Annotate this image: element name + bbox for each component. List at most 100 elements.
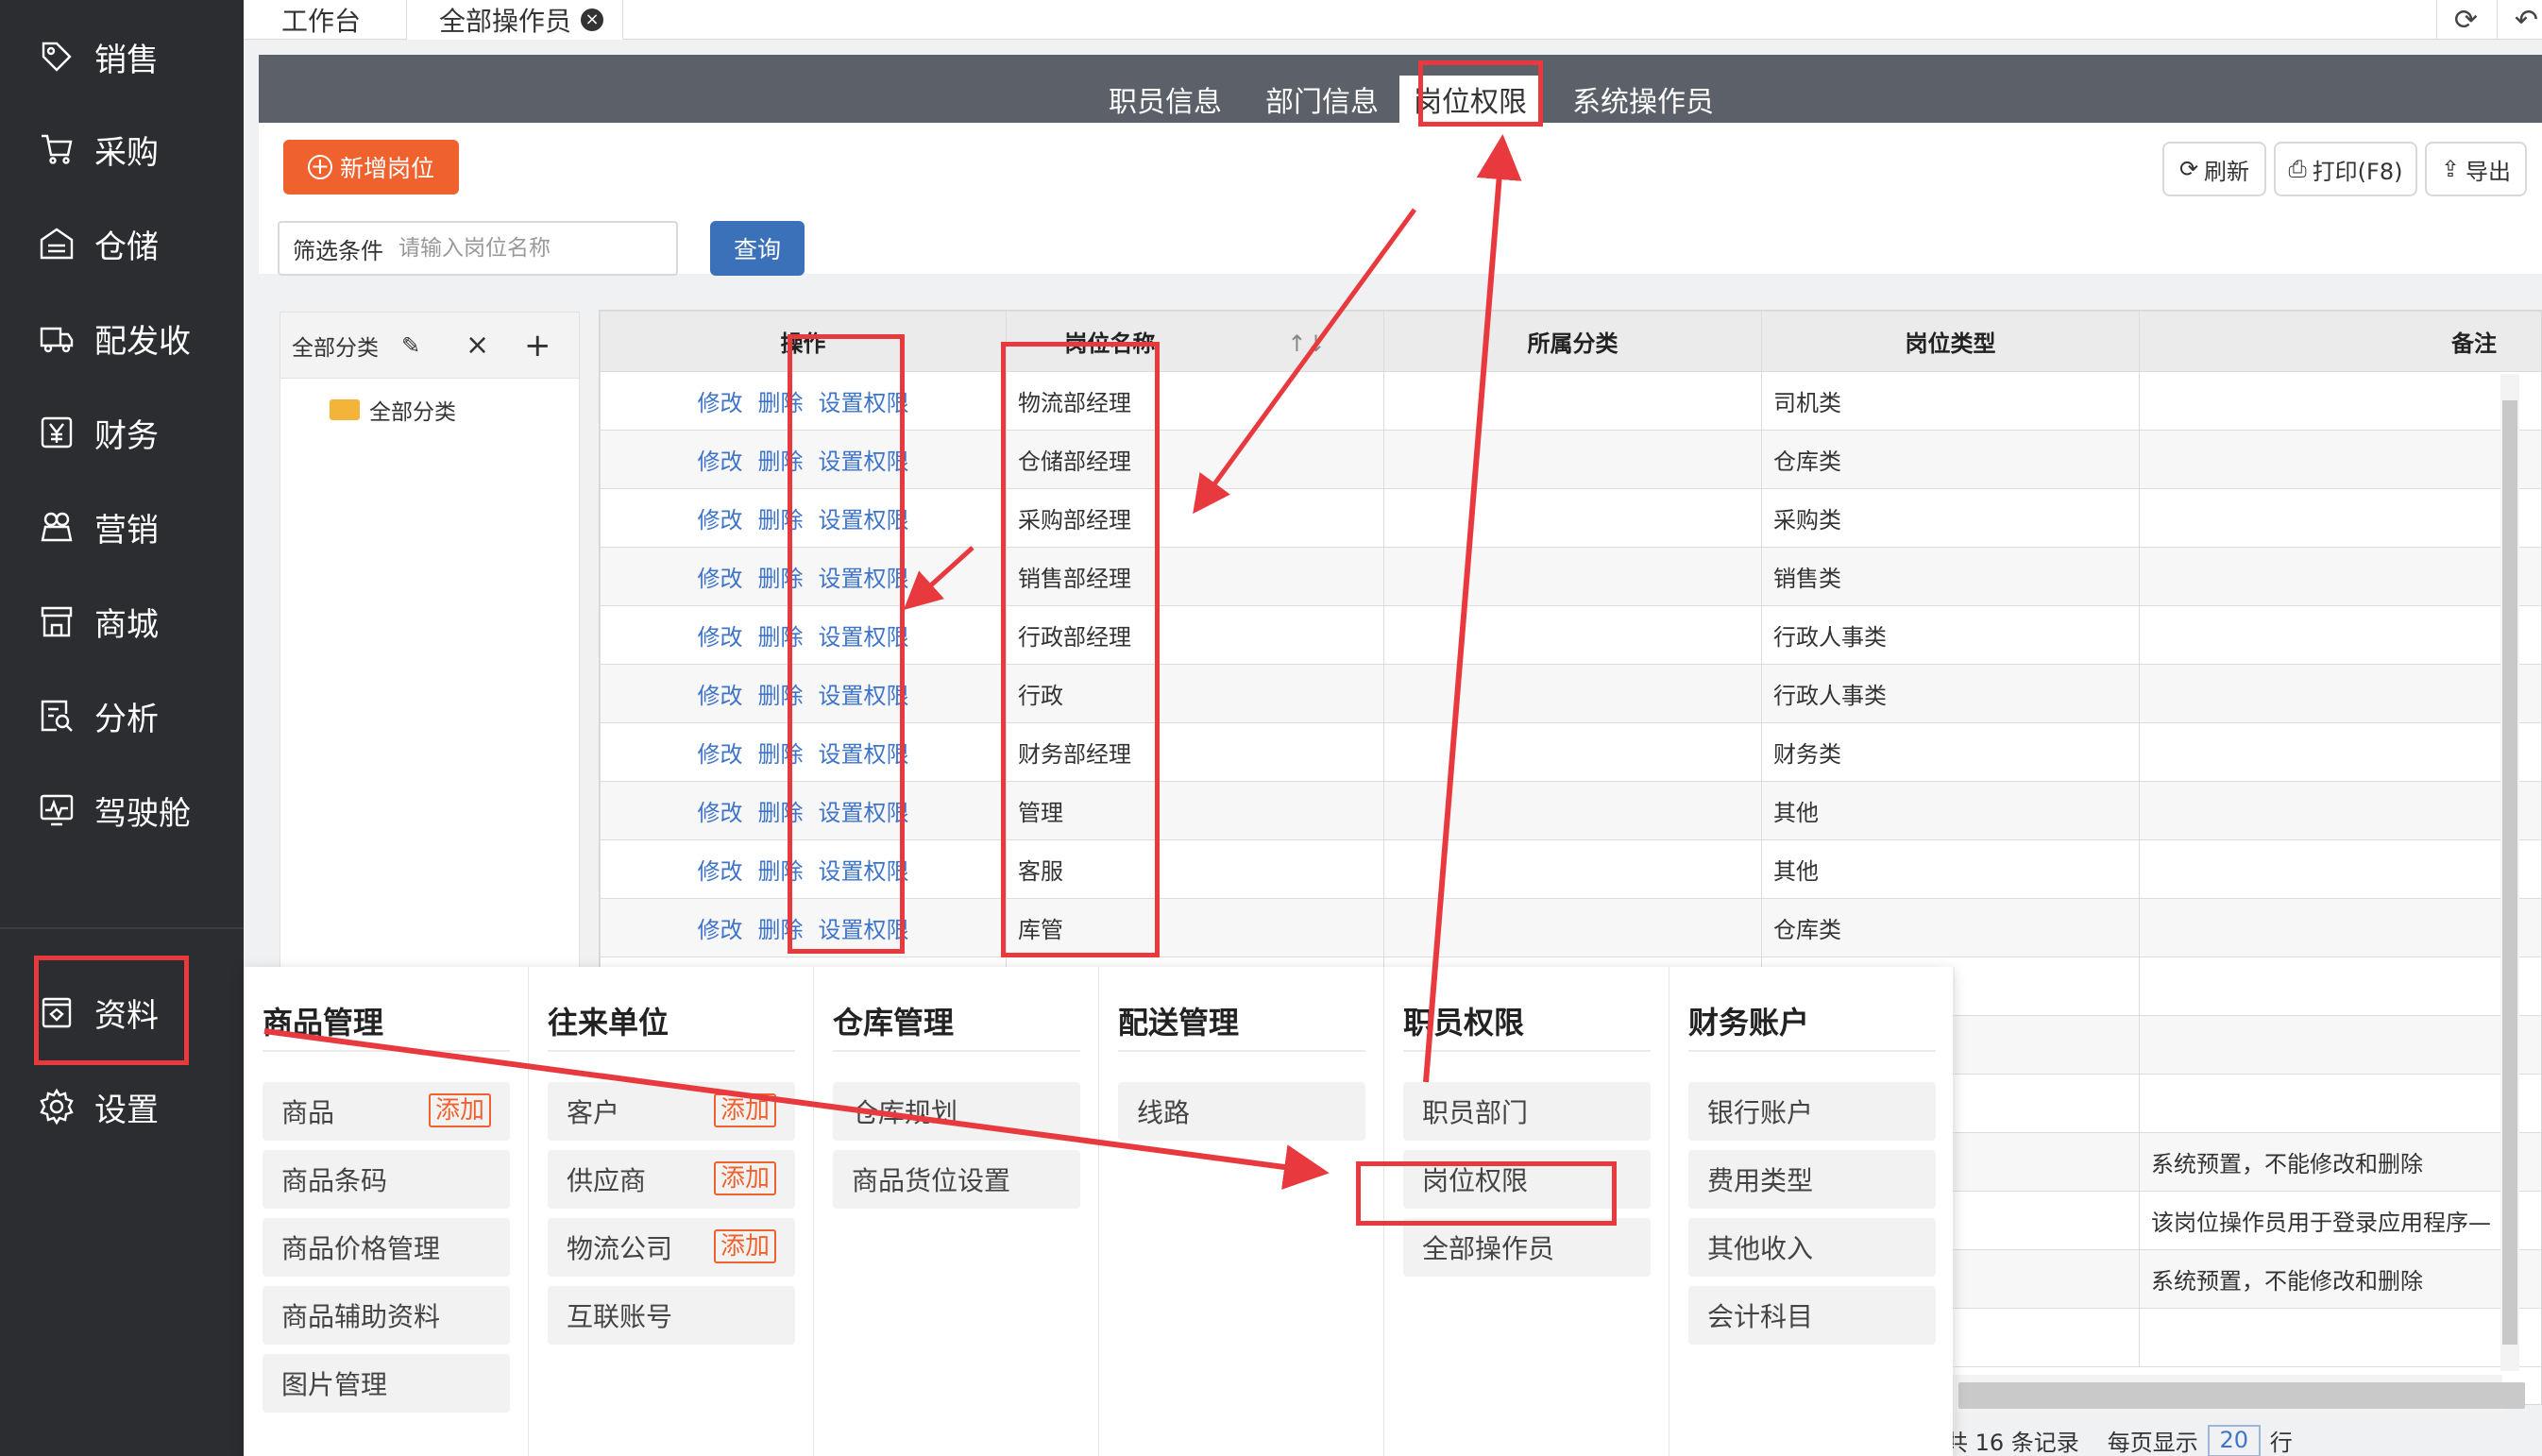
set-permission-link[interactable]: 设置权限 [819, 800, 909, 826]
menu-item[interactable]: 全部操作员 [1403, 1218, 1651, 1277]
delete-link[interactable]: 删除 [758, 858, 804, 885]
edit-link[interactable]: 修改 [698, 917, 743, 943]
vertical-scrollbar[interactable] [2500, 374, 2519, 1371]
menu-item[interactable]: 银行账户 [1688, 1082, 1936, 1141]
sidebar-item-data[interactable]: 资料 [0, 965, 244, 1059]
edit-link[interactable]: 修改 [698, 858, 743, 885]
add-post-button[interactable]: + 新增岗位 [283, 140, 459, 195]
add-tag-button[interactable]: 添加 [713, 1093, 776, 1127]
tab-department-info[interactable]: 部门信息 [1246, 76, 1398, 123]
menu-item[interactable]: 商品条码 [263, 1150, 510, 1209]
per-page-input[interactable]: 20 [2207, 1424, 2261, 1456]
table-row[interactable]: 修改 删除 设置权限 采购部经理 采购类 [600, 488, 2541, 548]
delete-link[interactable]: 删除 [758, 390, 804, 416]
delete-link[interactable]: 删除 [758, 683, 804, 709]
menu-item[interactable]: 仓库规划 [833, 1082, 1080, 1141]
sidebar-item-cockpit[interactable]: 驾驶舱 [0, 763, 244, 857]
menu-item[interactable]: 商品 添加 [263, 1082, 510, 1141]
scroll-thumb[interactable] [2502, 400, 2517, 1345]
delete-link[interactable]: 删除 [758, 624, 804, 651]
table-row[interactable]: 修改 删除 设置权限 财务部经理 财务类 [600, 722, 2541, 782]
table-row[interactable]: 修改 删除 设置权限 行政部经理 行政人事类 [600, 605, 2541, 665]
export-button[interactable]: ⇪ 导出 [2425, 142, 2527, 196]
edit-link[interactable]: 修改 [698, 683, 743, 709]
menu-item[interactable]: 客户 添加 [548, 1082, 795, 1141]
sidebar-item-analysis[interactable]: 分析 [0, 669, 244, 763]
menu-item[interactable]: 物流公司 添加 [548, 1218, 795, 1277]
table-row[interactable]: 修改 删除 设置权限 仓储部经理 仓库类 [600, 430, 2541, 489]
delete-link[interactable]: 删除 [758, 800, 804, 826]
add-tag-button[interactable]: 添加 [713, 1229, 776, 1263]
set-permission-link[interactable]: 设置权限 [819, 917, 909, 943]
menu-item[interactable]: 其他收入 [1688, 1218, 1936, 1277]
post-name-search-input[interactable] [398, 236, 644, 261]
menu-item[interactable]: 职员部门 [1403, 1082, 1651, 1141]
menu-item[interactable]: 供应商 添加 [548, 1150, 795, 1209]
set-permission-link[interactable]: 设置权限 [819, 858, 909, 885]
edit-link[interactable]: 修改 [698, 449, 743, 475]
sidebar-item-marketing[interactable]: 营销 [0, 480, 244, 574]
delete-link[interactable]: 删除 [758, 507, 804, 533]
table-row[interactable]: 修改 删除 设置权限 行政 行政人事类 [600, 664, 2541, 723]
sidebar-item-settings[interactable]: 设置 [0, 1059, 244, 1154]
set-permission-link[interactable]: 设置权限 [819, 624, 909, 651]
edit-link[interactable]: 修改 [698, 390, 743, 416]
menu-item[interactable]: 商品辅助资料 [263, 1286, 510, 1345]
set-permission-link[interactable]: 设置权限 [819, 390, 909, 416]
menu-item[interactable]: 费用类型 [1688, 1150, 1936, 1209]
back-icon[interactable]: ↶ [2497, 0, 2542, 40]
set-permission-link[interactable]: 设置权限 [819, 683, 909, 709]
table-row[interactable]: 修改 删除 设置权限 管理 其他 [600, 781, 2541, 840]
edit-link[interactable]: 修改 [698, 741, 743, 768]
refresh-icon[interactable]: ⟳ [2436, 0, 2495, 40]
delete-link[interactable]: 删除 [758, 449, 804, 475]
edit-link[interactable]: 修改 [698, 507, 743, 533]
set-permission-link[interactable]: 设置权限 [819, 507, 909, 533]
add-icon[interactable]: + [524, 327, 551, 364]
delete-link[interactable]: 删除 [758, 566, 804, 592]
sidebar-item-finance[interactable]: 财务 [0, 385, 244, 480]
menu-item[interactable]: 互联账号 [548, 1286, 795, 1345]
tab-staff-info[interactable]: 职员信息 [1090, 76, 1241, 123]
edit-link[interactable]: 修改 [698, 566, 743, 592]
set-permission-link[interactable]: 设置权限 [819, 741, 909, 768]
scroll-thumb[interactable] [1958, 1382, 2525, 1409]
menu-item[interactable]: 岗位权限 [1403, 1150, 1651, 1209]
tree-node-all[interactable]: 全部分类 [330, 394, 456, 426]
add-tag-button[interactable]: 添加 [428, 1093, 491, 1127]
table-row[interactable]: 修改 删除 设置权限 物流部经理 司机类 [600, 371, 2541, 431]
tab-system-operator[interactable]: 系统操作员 [1549, 76, 1737, 123]
query-button[interactable]: 查询 [710, 221, 805, 276]
menu-item[interactable]: 商品价格管理 [263, 1218, 510, 1277]
table-row[interactable]: 修改 删除 设置权限 销售部经理 销售类 [600, 547, 2541, 606]
sidebar-item-mall[interactable]: 商城 [0, 574, 244, 669]
sidebar-item-storage[interactable]: 仓储 [0, 196, 244, 291]
sidebar-item-delivery[interactable]: 配发收 [0, 291, 244, 385]
sidebar-item-sales[interactable]: 销售 [0, 9, 244, 104]
sort-icon[interactable]: ↑↓ [1287, 330, 1325, 357]
sidebar-item-label: 销售 [94, 41, 159, 79]
edit-link[interactable]: 修改 [698, 624, 743, 651]
table-row[interactable]: 修改 删除 设置权限 库管 仓库类 [600, 898, 2541, 957]
delete-link[interactable]: 删除 [758, 917, 804, 943]
add-tag-button[interactable]: 添加 [713, 1161, 776, 1195]
menu-item[interactable]: 会计科目 [1688, 1286, 1936, 1345]
tab-workbench[interactable]: 工作台 [281, 0, 361, 40]
edit-icon[interactable]: ✎ [401, 332, 420, 359]
close-icon[interactable]: × [466, 329, 489, 362]
refresh-button[interactable]: ⟳ 刷新 [2162, 142, 2266, 196]
col-header-post-name[interactable]: 岗位名称 ↑↓ [1006, 311, 1384, 372]
tab-all-operators[interactable]: 全部操作员 × [406, 0, 623, 40]
delete-link[interactable]: 删除 [758, 741, 804, 768]
edit-link[interactable]: 修改 [698, 800, 743, 826]
sidebar-item-purchase[interactable]: 采购 [0, 102, 244, 196]
table-row[interactable]: 修改 删除 设置权限 客服 其他 [600, 839, 2541, 899]
print-button[interactable]: ⎙ 打印(F8) [2274, 142, 2417, 196]
close-icon[interactable]: × [581, 8, 604, 31]
menu-item[interactable]: 图片管理 [263, 1354, 510, 1413]
set-permission-link[interactable]: 设置权限 [819, 449, 909, 475]
tab-post-permission[interactable]: 岗位权限 [1399, 76, 1541, 123]
set-permission-link[interactable]: 设置权限 [819, 566, 909, 592]
menu-item[interactable]: 线路 [1118, 1082, 1365, 1141]
menu-item[interactable]: 商品货位设置 [833, 1150, 1080, 1209]
